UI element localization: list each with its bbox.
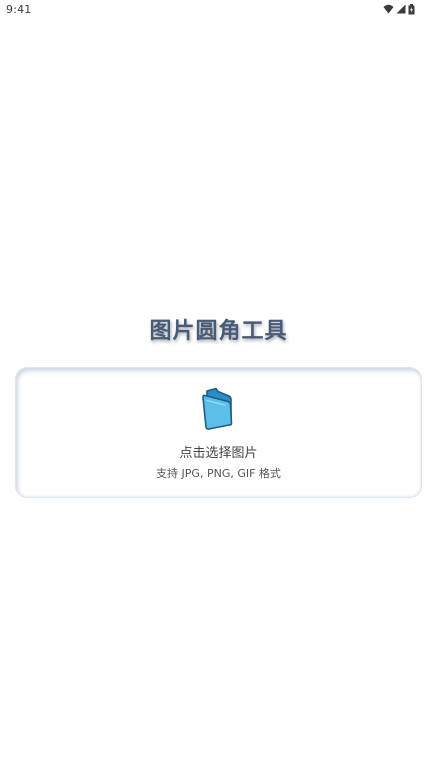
app-title: 图片圆角工具 [149,319,288,344]
status-bar: 9:41 [0,0,437,20]
battery-icon [408,3,415,15]
cellular-icon [396,4,406,14]
folder-icon [201,387,237,431]
status-icons [383,3,415,15]
image-upload-area[interactable]: 点击选择图片 支持 JPG, PNG, GIF 格式 [15,367,422,498]
status-time: 9:41 [6,3,32,16]
upload-prompt-text: 点击选择图片 [179,446,258,461]
supported-formats-text: 支持 JPG, PNG, GIF 格式 [156,467,281,480]
wifi-icon [383,4,394,14]
